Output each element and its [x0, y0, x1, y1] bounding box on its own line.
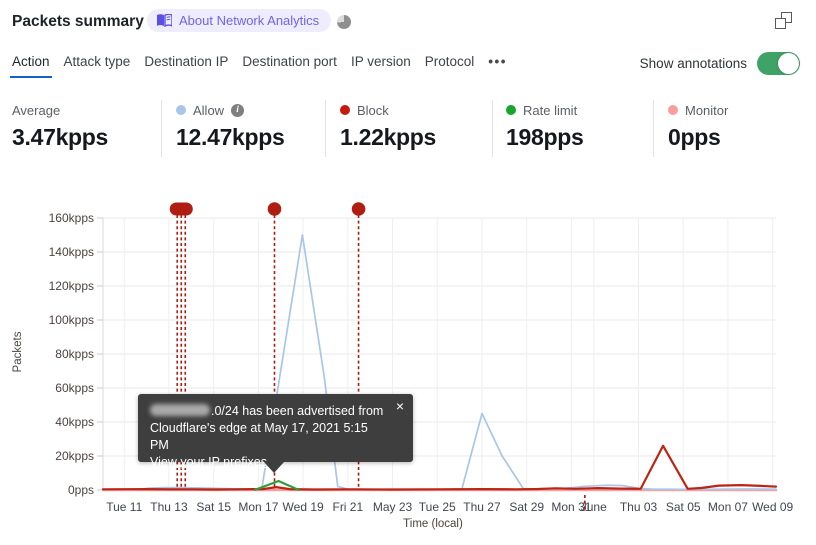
redacted-ip-prefix	[150, 404, 210, 416]
x-tick-label: Sat 05	[666, 500, 701, 514]
annotation-tooltip: × .0/24 has been advertised from Cloudfl…	[138, 394, 413, 473]
y-axis-title: Packets	[12, 331, 24, 372]
x-tick-label: Wed 19	[283, 500, 324, 514]
y-tick-label: 20kpps	[55, 449, 94, 463]
tooltip-line2: Cloudflare's edge at May 17, 2021 5:15 P…	[150, 421, 368, 452]
tooltip-close-icon[interactable]: ×	[396, 398, 404, 414]
x-tick-label: May 23	[373, 500, 413, 514]
y-tick-label: 160kpps	[49, 211, 94, 225]
annotation-circle-marker[interactable]	[267, 202, 282, 216]
annotation-circle-marker[interactable]	[351, 202, 366, 216]
y-tick-label: 140kpps	[49, 245, 94, 259]
tooltip-caret	[264, 462, 284, 473]
y-tick-label: 40kpps	[55, 415, 94, 429]
view-ip-prefixes-link[interactable]: View your IP prefixes	[150, 455, 267, 469]
x-tick-label: Tue 25	[419, 500, 456, 514]
x-tick-label: Thu 03	[620, 500, 658, 514]
y-tick-label: 60kpps	[55, 381, 94, 395]
x-tick-label: Sat 29	[509, 500, 544, 514]
x-tick-label: Wed 09	[752, 500, 793, 514]
x-tick-label: Tue 11	[106, 500, 142, 514]
x-axis-title: Time (local)	[403, 518, 463, 530]
y-tick-label: 80kpps	[55, 347, 94, 361]
x-tick-label: Mon 17	[238, 500, 278, 514]
y-tick-label: 120kpps	[49, 279, 94, 293]
x-tick-label: Thu 27	[463, 500, 501, 514]
x-tick-label: Sat 15	[196, 500, 231, 514]
packets-summary-panel: 0pps 20kpps 40kpps 60kpps 80kpps 100kpps 120kp…	[0, 0, 816, 545]
annotation-pill-marker[interactable]	[169, 202, 193, 216]
y-tick-label: 100kpps	[49, 313, 94, 327]
packets-chart[interactable]: 0pps 20kpps 40kpps 60kpps 80kpps 100kpps 120kp…	[0, 0, 816, 545]
tooltip-line1: .0/24 has been advertised from	[150, 403, 389, 420]
x-tick-label: Fri 21	[332, 500, 363, 514]
y-tick-label: 0pps	[68, 483, 94, 497]
x-tick-label: Mon 07	[708, 500, 748, 514]
x-tick-label: Thu 13	[150, 500, 188, 514]
